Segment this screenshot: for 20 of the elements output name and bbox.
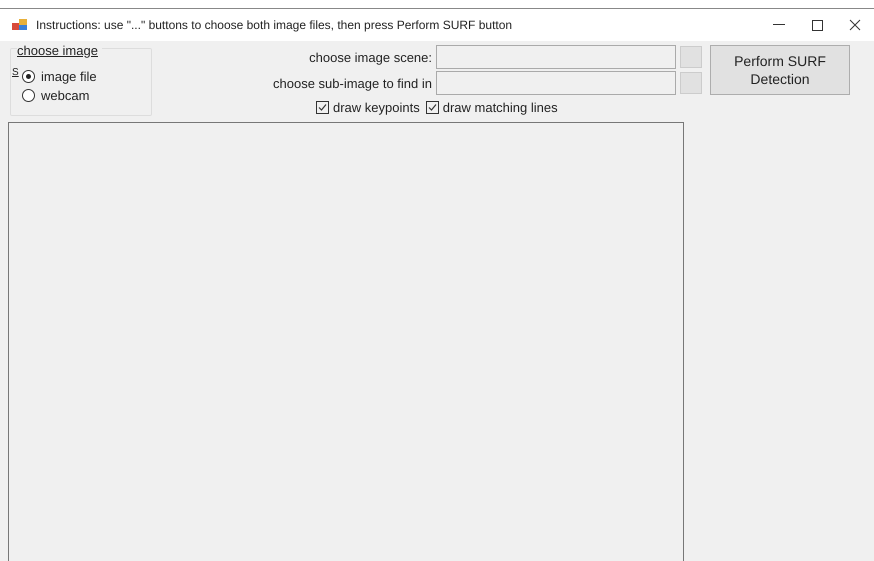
field-label: choose image scene:	[308, 50, 432, 64]
checkbox-label[interactable]: draw matching lines	[442, 100, 558, 115]
minimize-icon	[773, 24, 785, 26]
field-label: choose sub-image to find in	[272, 76, 432, 90]
window-title: Instructions: use "..." buttons to choose both image files, then press Perform SURF button	[36, 18, 514, 32]
checkbox[interactable]	[426, 101, 439, 114]
group-title: choose image	[17, 43, 102, 58]
maximize-icon	[812, 20, 822, 30]
radio-button[interactable]	[22, 70, 35, 83]
radio-button[interactable]	[22, 89, 35, 102]
radio-label[interactable]: image file	[41, 69, 97, 84]
radio-label[interactable]: webcam	[41, 88, 90, 103]
checkbox-label[interactable]: draw keypoints	[333, 100, 420, 115]
label-fragment: S	[12, 67, 20, 78]
perform-button[interactable]: Perform SURF Detection	[710, 45, 850, 95]
app-icon	[12, 18, 28, 32]
checkbox[interactable]	[316, 101, 329, 114]
close-icon	[849, 19, 861, 31]
path-field[interactable]	[436, 45, 676, 69]
path-field[interactable]	[436, 71, 676, 95]
